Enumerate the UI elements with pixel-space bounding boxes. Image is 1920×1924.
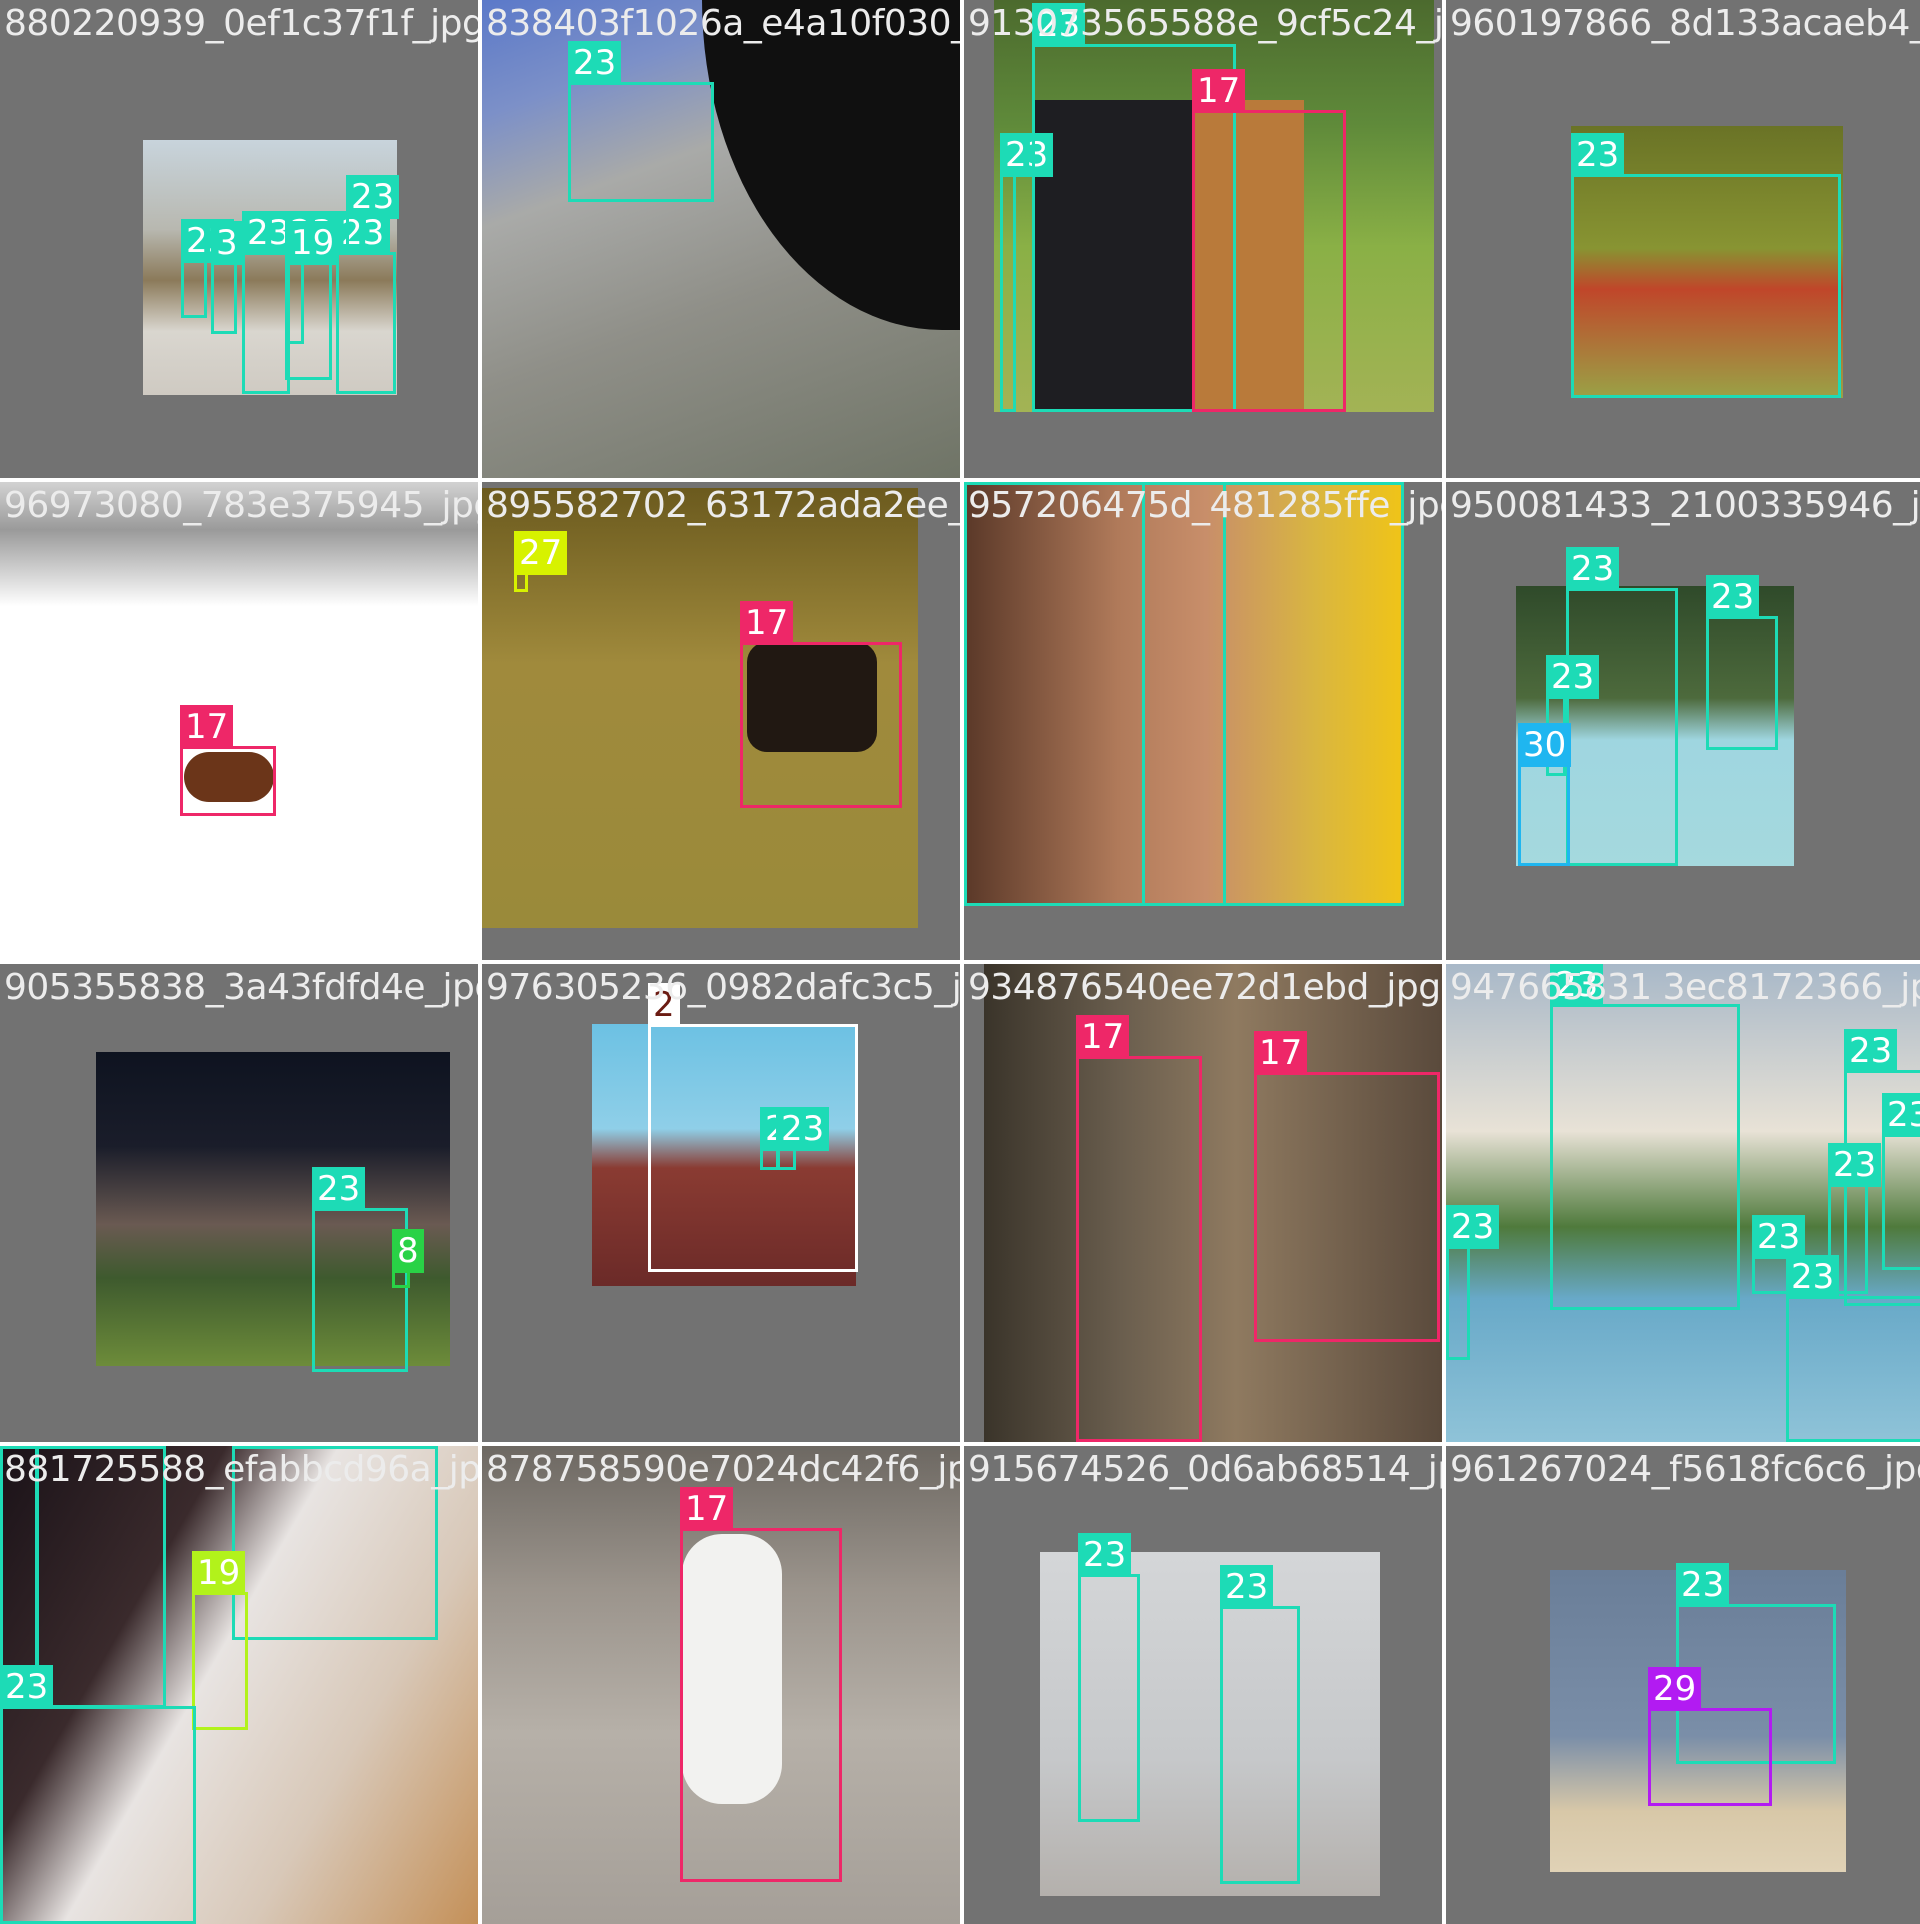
mosaic-tile: 960197866_8d133acaeb4_jpg.rf. 23	[1446, 0, 1920, 478]
tile-filename: 895582702_63172ada2ee_jpg.rf.	[486, 485, 960, 526]
bbox: 17	[1254, 1031, 1440, 1342]
bbox: 23	[1786, 1255, 1920, 1442]
bbox: 23	[1706, 575, 1778, 750]
bbox-label: 23	[1676, 1563, 1730, 1607]
tile-filename: 878758590e7024dc42f6_jpg.rf.	[486, 1449, 960, 1490]
bbox-label: 23	[568, 41, 622, 85]
bbox: 17	[1076, 1015, 1202, 1442]
tile-filename: 838403f1026a_e4a10f030_jpg.rf.	[486, 3, 960, 44]
bbox: 23	[181, 219, 235, 318]
bbox: 23	[1571, 133, 1841, 398]
bbox: 23	[1142, 482, 1404, 906]
mosaic-tile: 880220939_0ef1c37f1f_jpg.rf.3366... 23 3…	[0, 0, 478, 478]
bbox: 23	[1446, 1205, 1500, 1360]
bbox: 23	[1220, 1565, 1300, 1884]
bbox-label: 29	[1648, 1667, 1702, 1711]
bbox-label: 23	[1882, 1093, 1920, 1137]
tile-filename: 881725588_efabbcd96a_jpg.rf.	[4, 1449, 478, 1490]
bbox: 23	[346, 175, 400, 252]
mosaic-tile: 976305236_0982dafc3c5_jpg.rf. 2 23 23	[482, 964, 960, 1442]
bbox-label: 17	[1076, 1015, 1130, 1059]
bbox: 27	[514, 531, 568, 592]
tile-filename: 913073565588e_9cf5c24_jpg.rf.	[968, 3, 1442, 44]
tile-filename: 96973080_783e375945_jpg.rf.	[4, 485, 478, 526]
tile-filename: 960197866_8d133acaeb4_jpg.rf.	[1450, 3, 1920, 44]
bbox: 17	[180, 705, 276, 816]
tile-filename: 934876540ee72d1ebd_jpg.rf.	[968, 967, 1442, 1008]
bbox-label: 23	[0, 1665, 54, 1709]
mosaic-tile: 878758590e7024dc42f6_jpg.rf. 17	[482, 1446, 960, 1924]
bbox: 23	[336, 211, 396, 394]
bbox-label: 17	[1192, 69, 1246, 113]
bbox-label: 19	[286, 221, 340, 265]
bbox-label: 23	[1078, 1533, 1132, 1577]
bbox-label: 27	[514, 531, 568, 575]
bbox: 17	[680, 1487, 842, 1882]
tile-filename: 905355838_3a43fdfd4e_jpg.rf.	[4, 967, 478, 1008]
bbox-label: 23	[1828, 1143, 1882, 1187]
bbox: 19	[286, 221, 340, 344]
mosaic-tile: 947665831 3ec8172366_jpg.rf. 23 23 23 23…	[1446, 964, 1920, 1442]
bbox-label: 17	[1254, 1031, 1308, 1075]
mosaic-tile: 881725588_efabbcd96a_jpg.rf. 23 23 23 19…	[0, 1446, 478, 1924]
bbox-label: 23	[312, 1167, 366, 1211]
bbox: 17	[1192, 69, 1346, 412]
bbox: 23	[1000, 133, 1054, 412]
mosaic-tile: 961267024_f5618fc6c6_jpg.rf. 23 29	[1446, 1446, 1920, 1924]
bbox: 23	[776, 1107, 830, 1170]
bbox: 19	[192, 1551, 248, 1730]
bbox: 3	[211, 221, 243, 334]
bbox: 23	[1078, 1533, 1140, 1822]
mosaic-tile: 913073565588e_9cf5c24_jpg.rf. 23 23 17	[964, 0, 1442, 478]
tile-filename: 915674526_0d6ab68514_jpg.rf.	[968, 1449, 1442, 1490]
bbox-label: 17	[180, 705, 234, 749]
detection-mosaic: 880220939_0ef1c37f1f_jpg.rf.3366... 23 3…	[0, 0, 1920, 1924]
bbox-label: 23	[1446, 1205, 1500, 1249]
mosaic-tile: 957206475d_481285ffe_jpg.rf. 23 23	[964, 482, 1442, 960]
mosaic-tile: 96973080_783e375945_jpg.rf. 17	[0, 482, 478, 960]
bbox: 23	[1550, 964, 1740, 1310]
bbox: 30	[1518, 723, 1572, 866]
bbox-label: 23	[1786, 1255, 1840, 1299]
mosaic-tile: 905355838_3a43fdfd4e_jpg.rf. 23 8	[0, 964, 478, 1442]
bbox: 23	[242, 211, 296, 394]
mosaic-tile: 838403f1026a_e4a10f030_jpg.rf. 23	[482, 0, 960, 478]
bbox-label: 23	[1706, 575, 1760, 619]
mosaic-tile: 895582702_63172ada2ee_jpg.rf. 27 17	[482, 482, 960, 960]
bbox-label: 23	[1844, 1029, 1898, 1073]
bbox-label: 23	[776, 1107, 830, 1151]
bbox-label: 23	[1566, 547, 1620, 591]
bbox: 17	[740, 601, 902, 808]
bbox: 29	[1648, 1667, 1772, 1806]
mosaic-tile: 915674526_0d6ab68514_jpg.rf. 23 23	[964, 1446, 1442, 1924]
bbox-label: 17	[740, 601, 794, 645]
bbox-label: 30	[1518, 723, 1572, 767]
bbox-label: 23	[1752, 1215, 1806, 1259]
bbox-label: 8	[392, 1229, 424, 1273]
tile-filename: 950081433_2100335946_jpg.rf.	[1450, 485, 1920, 526]
bbox: 23	[568, 41, 714, 202]
mosaic-tile: 934876540ee72d1ebd_jpg.rf. 17 17	[964, 964, 1442, 1442]
photo-snow	[0, 482, 478, 960]
bbox: 23	[0, 1665, 196, 1924]
bbox-label: 23	[1571, 133, 1625, 177]
tile-filename: 947665831 3ec8172366_jpg.rf.	[1450, 967, 1920, 1008]
bbox-label: 19	[192, 1551, 246, 1595]
bbox-label: 23	[346, 175, 400, 219]
bbox-label: 17	[680, 1487, 734, 1531]
tile-filename: 957206475d_481285ffe_jpg.rf.	[968, 485, 1442, 526]
bbox: 8	[392, 1229, 424, 1288]
bbox: 23	[1566, 547, 1678, 866]
bbox-label: 3	[211, 221, 243, 265]
tile-filename: 880220939_0ef1c37f1f_jpg.rf.3366...	[4, 3, 478, 44]
tile-filename: 976305236_0982dafc3c5_jpg.rf.	[486, 967, 960, 1008]
bbox: 23	[1882, 1093, 1920, 1270]
tile-filename: 961267024_f5618fc6c6_jpg.rf.	[1450, 1449, 1920, 1490]
mosaic-tile: 950081433_2100335946_jpg.rf. 23 23 23 30	[1446, 482, 1920, 960]
bbox-label: 23	[1220, 1565, 1274, 1609]
bbox-label: 23	[1546, 655, 1600, 699]
